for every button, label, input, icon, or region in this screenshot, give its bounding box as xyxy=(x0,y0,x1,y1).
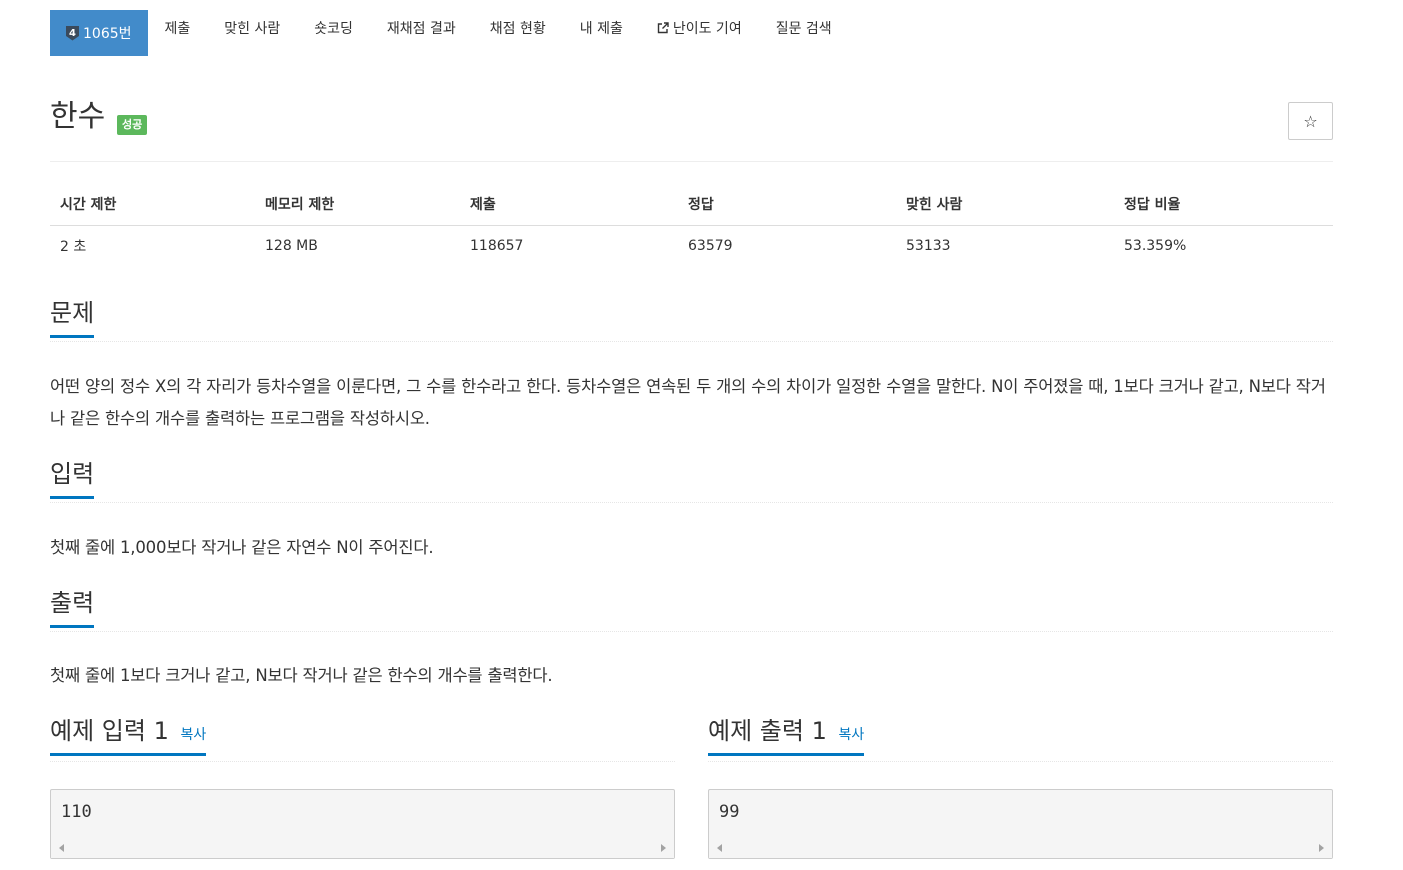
output-heading-bar: 출력 xyxy=(50,590,1333,632)
star-button[interactable]: ☆ xyxy=(1288,102,1333,140)
problem-info-table: 시간 제한 메모리 제한 제출 정답 맞힌 사람 정답 비율 2 초 128 M… xyxy=(50,183,1333,266)
accept-ratio-value: 53.359% xyxy=(1124,237,1187,254)
horizontal-scrollbar[interactable] xyxy=(51,838,674,858)
scroll-right-icon[interactable] xyxy=(661,844,666,852)
star-icon: ☆ xyxy=(1303,111,1318,131)
horizontal-scrollbar[interactable] xyxy=(709,838,1332,858)
page-title: 한수 xyxy=(50,99,106,134)
sample-input-value: 110 xyxy=(61,802,92,822)
scroll-left-icon[interactable] xyxy=(717,844,722,852)
sample-output-value: 99 xyxy=(719,802,740,822)
sample-input-section: 예제 입력 1 복사 110 xyxy=(50,718,675,859)
tab-problem-label: 1065번 xyxy=(83,26,132,42)
tab-problem[interactable]: 4 1065번 xyxy=(50,10,148,56)
tab-solved-users[interactable]: 맞힌 사람 xyxy=(207,0,297,56)
problem-nav: 4 1065번 제출 맞힌 사람 숏코딩 재채점 결과 채점 현황 내 제출 난… xyxy=(50,0,1333,56)
sample-output-title: 예제 출력 1 xyxy=(708,717,827,745)
title-row: 한수 성공 ☆ xyxy=(50,56,1333,162)
tab-rejudge-results[interactable]: 재채점 결과 xyxy=(370,0,473,56)
tab-difficulty-contribute[interactable]: 난이도 기여 xyxy=(640,0,759,56)
header-accepted: 정답 xyxy=(678,183,896,226)
header-accept-ratio: 정답 비율 xyxy=(1114,183,1333,226)
tab-short-coding[interactable]: 숏코딩 xyxy=(297,0,370,56)
tab-difficulty-label: 난이도 기여 xyxy=(672,21,742,37)
sample-input-heading-bar: 예제 입력 1 복사 xyxy=(50,718,675,762)
memory-limit-value: 128 MB xyxy=(265,237,318,254)
header-solved-users: 맞힌 사람 xyxy=(896,183,1114,226)
tab-submit[interactable]: 제출 xyxy=(148,0,208,56)
copy-sample-input-link[interactable]: 복사 xyxy=(181,727,207,743)
scroll-right-icon[interactable] xyxy=(1319,844,1324,852)
tab-judge-status[interactable]: 채점 현황 xyxy=(473,0,563,56)
sample-output-heading-bar: 예제 출력 1 복사 xyxy=(708,718,1333,762)
problem-section: 문제 어떤 양의 정수 X의 각 자리가 등차수열을 이룬다면, 그 수를 한수… xyxy=(50,300,1333,435)
tier-icon: 4 xyxy=(66,25,79,41)
time-limit-value: 2 초 xyxy=(60,238,87,255)
status-badge: 성공 xyxy=(117,115,148,136)
sample-output-heading: 예제 출력 1 복사 xyxy=(708,717,865,757)
input-description: 첫째 줄에 1,000보다 작거나 같은 자연수 N이 주어진다. xyxy=(50,538,434,557)
submissions-value: 118657 xyxy=(470,237,524,254)
sample-input-title: 예제 입력 1 xyxy=(50,717,169,745)
table-row: 2 초 128 MB 118657 63579 53133 53.359% xyxy=(50,225,1333,266)
solved-users-value: 53133 xyxy=(906,237,951,254)
tab-my-submissions[interactable]: 내 제출 xyxy=(563,0,640,56)
output-section: 출력 첫째 줄에 1보다 크거나 같고, N보다 작거나 같은 한수의 개수를 … xyxy=(50,590,1333,692)
table-header-row: 시간 제한 메모리 제한 제출 정답 맞힌 사람 정답 비율 xyxy=(50,183,1333,226)
copy-sample-output-link[interactable]: 복사 xyxy=(839,727,865,743)
input-section: 입력 첫째 줄에 1,000보다 작거나 같은 자연수 N이 주어진다. xyxy=(50,461,1333,564)
tab-question-search[interactable]: 질문 검색 xyxy=(759,0,849,56)
scroll-left-icon[interactable] xyxy=(59,844,64,852)
problem-heading: 문제 xyxy=(50,300,95,339)
problem-page: 4 1065번 제출 맞힌 사람 숏코딩 재채점 결과 채점 현황 내 제출 난… xyxy=(50,0,1333,859)
input-heading: 입력 xyxy=(50,461,95,500)
header-memory-limit: 메모리 제한 xyxy=(255,183,460,226)
input-heading-bar: 입력 xyxy=(50,461,1333,503)
external-link-icon xyxy=(657,22,669,34)
problem-heading-bar: 문제 xyxy=(50,300,1333,342)
sample-output-section: 예제 출력 1 복사 99 xyxy=(708,718,1333,859)
accepted-value: 63579 xyxy=(688,237,733,254)
header-time-limit: 시간 제한 xyxy=(50,183,255,226)
output-description: 첫째 줄에 1보다 크거나 같고, N보다 작거나 같은 한수의 개수를 출력한… xyxy=(50,666,553,685)
sample-input-box[interactable]: 110 xyxy=(50,789,675,859)
problem-description: 어떤 양의 정수 X의 각 자리가 등차수열을 이룬다면, 그 수를 한수라고 … xyxy=(50,377,1326,428)
sample-input-heading: 예제 입력 1 복사 xyxy=(50,717,207,757)
sample-output-box[interactable]: 99 xyxy=(708,789,1333,859)
output-heading: 출력 xyxy=(50,590,95,629)
header-submissions: 제출 xyxy=(460,183,678,226)
